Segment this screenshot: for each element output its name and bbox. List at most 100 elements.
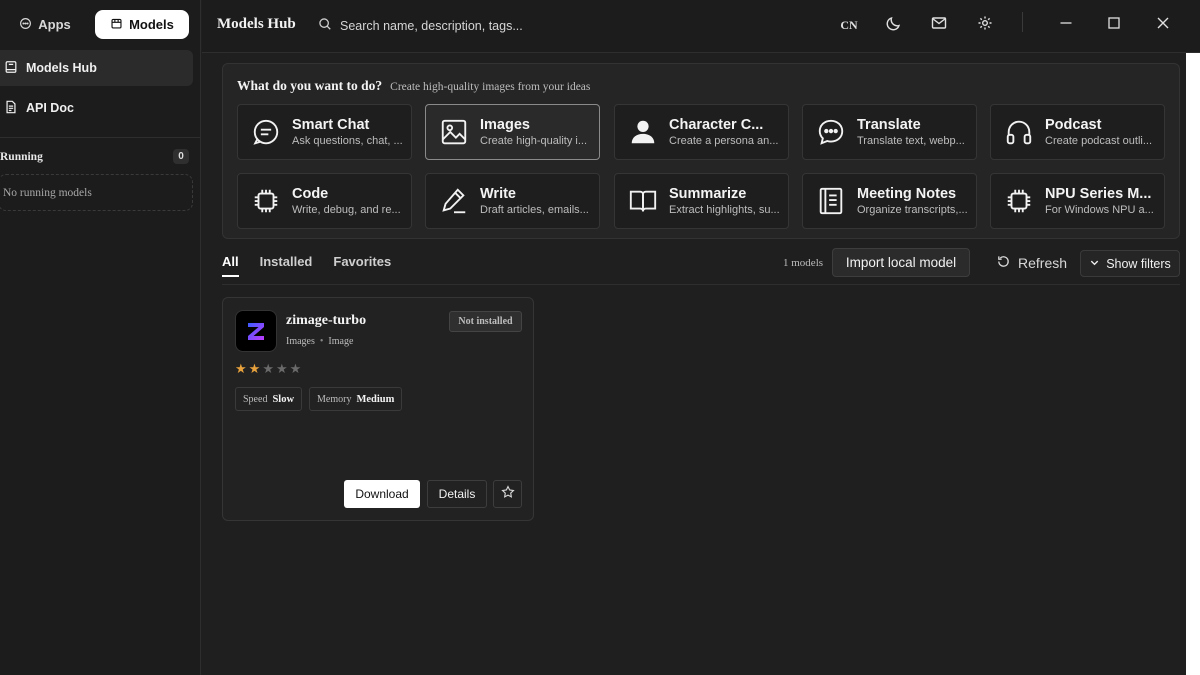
download-button[interactable]: Download — [344, 480, 420, 508]
model-card: zimage-turbo Images • Image Not installe… — [222, 297, 534, 521]
person-icon — [627, 116, 659, 148]
gear-icon — [977, 15, 993, 36]
speed-label: Speed — [243, 393, 268, 405]
task-panel-header: What do you want to do? Create high-qual… — [237, 78, 590, 94]
show-filters-label: Show filters — [1106, 256, 1171, 271]
model-category: Images — [286, 336, 315, 347]
sidebar-item-label: Models Hub — [26, 61, 97, 75]
task-description: Create a persona an... — [669, 135, 779, 147]
chat-icon — [250, 116, 282, 148]
task-podcast[interactable]: Podcast Create podcast outli... — [990, 104, 1165, 160]
task-smart-chat[interactable]: Smart Chat Ask questions, chat, ... — [237, 104, 412, 160]
chevron-down-icon — [1089, 257, 1100, 271]
star-filled-icon: ★ — [235, 361, 247, 376]
pencil-icon — [438, 185, 470, 217]
rating-stars: ★ ★ ★ ★ ★ — [235, 361, 301, 377]
speech-bubble-icon — [815, 116, 847, 148]
tab-favorites[interactable]: Favorites — [333, 254, 391, 277]
task-images[interactable]: Images Create high-quality i... — [425, 104, 600, 160]
task-meeting-notes[interactable]: Meeting Notes Organize transcripts,... — [802, 173, 977, 229]
import-local-model-button[interactable]: Import local model — [832, 248, 970, 277]
show-filters-button[interactable]: Show filters — [1080, 250, 1180, 277]
messages-button[interactable] — [926, 12, 952, 38]
star-empty-icon: ★ — [262, 361, 274, 376]
sidebar-divider — [0, 137, 201, 138]
mail-icon — [931, 15, 947, 36]
tabs-divider — [222, 284, 1180, 285]
task-panel-question: What do you want to do? — [237, 78, 383, 93]
chat-bubble-icon — [19, 17, 32, 33]
star-empty-icon: ★ — [275, 361, 288, 376]
apps-tab-button[interactable]: Apps — [0, 10, 90, 39]
sidebar-item-label: API Doc — [26, 101, 74, 115]
task-description: Create podcast outli... — [1045, 135, 1153, 147]
task-description: Create high-quality i... — [480, 135, 587, 147]
model-filter-tabs: All Installed Favorites — [222, 254, 391, 277]
top-bar: Models Hub CN — [202, 0, 1200, 53]
tab-installed[interactable]: Installed — [260, 254, 313, 277]
task-name: Write — [480, 186, 516, 202]
settings-button[interactable] — [972, 12, 998, 38]
task-description: Ask questions, chat, ... — [292, 135, 403, 147]
task-description: Extract highlights, su... — [669, 204, 780, 216]
maximize-icon — [1106, 15, 1122, 36]
minimize-window-button[interactable] — [1053, 12, 1079, 38]
task-write[interactable]: Write Draft articles, emails... — [425, 173, 600, 229]
chip-icon — [250, 185, 282, 217]
tab-all[interactable]: All — [222, 254, 239, 277]
refresh-label: Refresh — [1018, 255, 1068, 271]
refresh-icon — [996, 254, 1011, 272]
status-badge: Not installed — [449, 311, 522, 332]
star-empty-icon: ★ — [289, 361, 302, 376]
details-button[interactable]: Details — [427, 480, 487, 508]
favorite-button[interactable] — [493, 480, 522, 508]
task-name: Meeting Notes — [857, 186, 957, 202]
view-switcher: Apps Models — [0, 10, 190, 39]
task-panel: What do you want to do? Create high-qual… — [222, 63, 1180, 239]
model-name: zimage-turbo — [286, 313, 367, 328]
model-type: Image — [328, 336, 354, 347]
task-description: Translate text, webp... — [857, 135, 965, 147]
book-icon — [627, 185, 659, 217]
task-translate[interactable]: Translate Translate text, webp... — [802, 104, 977, 160]
star-icon — [500, 484, 515, 504]
task-description: Organize transcripts,... — [857, 204, 968, 216]
refresh-button[interactable]: Refresh — [996, 250, 1067, 276]
search-input[interactable] — [340, 19, 560, 33]
task-name: Character C... — [669, 117, 764, 133]
box-icon — [4, 60, 18, 77]
language-toggle-button[interactable]: CN — [836, 12, 862, 38]
minimize-icon — [1058, 15, 1074, 36]
memory-value: Medium — [356, 393, 395, 405]
models-tab-button[interactable]: Models — [95, 10, 189, 39]
sidebar-item-api-doc[interactable]: API Doc — [0, 90, 193, 126]
task-description: Write, debug, and re... — [292, 204, 401, 216]
running-models-empty: No running models — [0, 174, 193, 211]
sidebar: Apps Models Models Hub API Doc Running 0… — [0, 0, 201, 675]
header-divider — [1022, 12, 1023, 32]
models-tab-label: Models — [129, 17, 174, 32]
search-bar — [318, 14, 578, 38]
star-filled-icon: ★ — [248, 361, 261, 376]
window-edge — [1186, 53, 1200, 675]
task-character-creation[interactable]: Character C... Create a persona an... — [614, 104, 789, 160]
task-code[interactable]: Code Write, debug, and re... — [237, 173, 412, 229]
task-name: Summarize — [669, 186, 747, 202]
task-name: Podcast — [1045, 117, 1102, 133]
close-window-button[interactable] — [1150, 12, 1176, 38]
sidebar-item-models-hub[interactable]: Models Hub — [0, 50, 193, 86]
maximize-window-button[interactable] — [1101, 12, 1127, 38]
task-name: NPU Series M... — [1045, 186, 1152, 202]
task-description: For Windows NPU a... — [1045, 204, 1154, 216]
tag-separator: • — [319, 336, 324, 347]
moon-icon — [886, 15, 902, 36]
task-summarize[interactable]: Summarize Extract highlights, su... — [614, 173, 789, 229]
chip-icon — [1003, 185, 1035, 217]
task-name: Translate — [857, 117, 921, 133]
speed-chip: Speed Slow — [235, 387, 303, 411]
model-count: 1 models — [783, 257, 824, 269]
theme-toggle-button[interactable] — [881, 12, 907, 38]
speed-value: Slow — [272, 393, 295, 405]
task-npu-series[interactable]: NPU Series M... For Windows NPU a... — [990, 173, 1165, 229]
task-panel-subtitle: Create high-quality images from your ide… — [390, 81, 591, 93]
